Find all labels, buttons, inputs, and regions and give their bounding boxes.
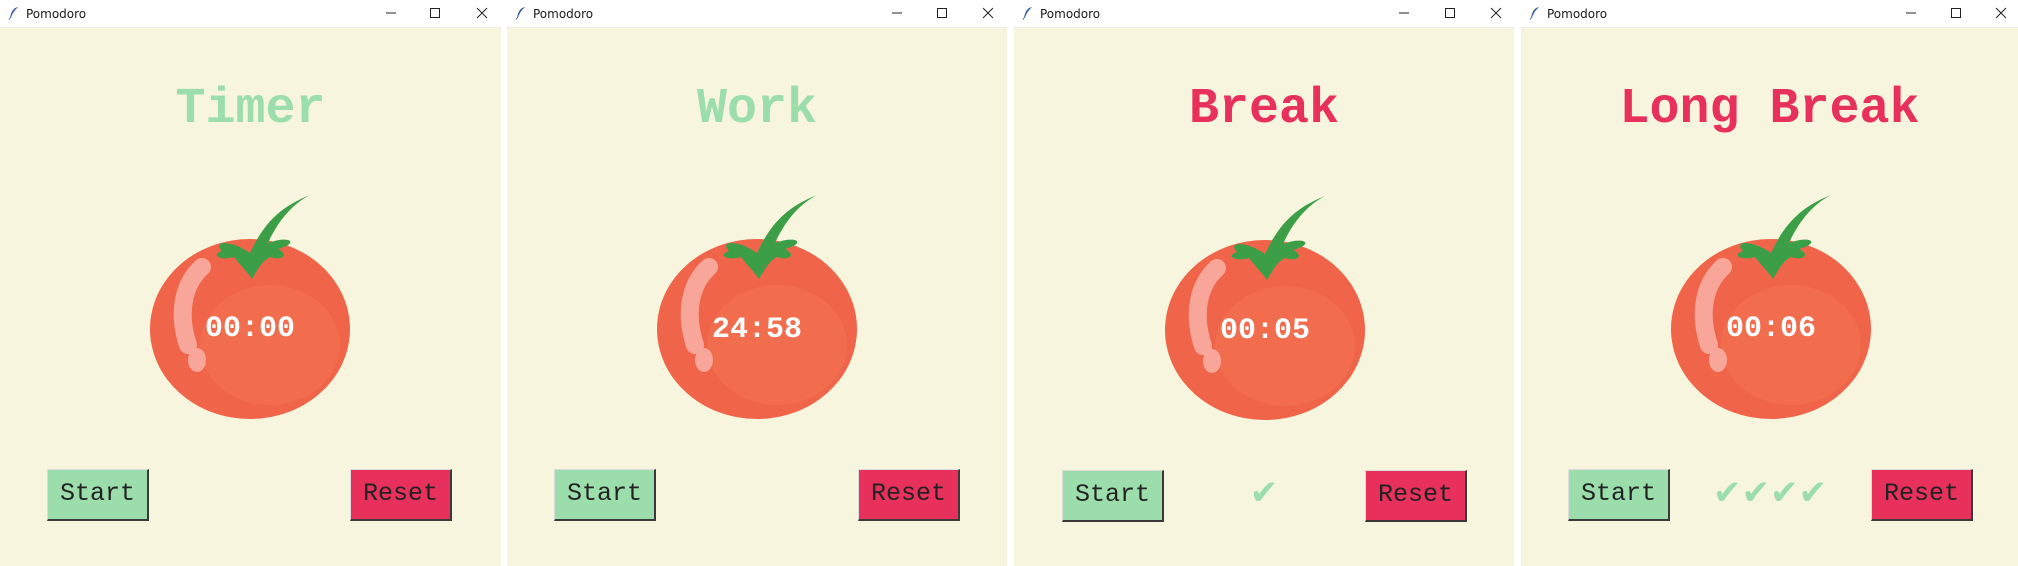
feather-icon (8, 7, 18, 20)
pomodoro-window-2: Pomodoro Work 24:58 Start Reset (507, 0, 1007, 566)
start-button[interactable]: Start (554, 469, 656, 521)
minimize-icon[interactable] (887, 4, 907, 22)
feather-icon (1022, 7, 1032, 20)
start-button[interactable]: Start (47, 469, 149, 521)
timer-title-label: Timer (175, 81, 326, 138)
reset-button[interactable]: Reset (1365, 470, 1467, 522)
tomato-icon (1165, 196, 1365, 420)
tomato-icon (657, 195, 857, 419)
timer-title-label: Work (696, 81, 818, 138)
start-button[interactable]: Start (1568, 469, 1670, 521)
pomodoro-window-3: Pomodoro Break 00:05 Start Reset ✔ (1014, 0, 1514, 566)
window-title: Pomodoro (26, 7, 87, 21)
timer-display: 00:06 (1725, 312, 1816, 346)
minimize-icon[interactable] (1394, 4, 1414, 22)
timer-title-label: Break (1188, 81, 1340, 138)
close-icon[interactable] (978, 4, 998, 22)
title-bar[interactable]: Pomodoro (1521, 0, 2018, 28)
maximize-icon[interactable] (425, 4, 445, 22)
close-icon[interactable] (1991, 4, 2011, 22)
reset-button[interactable]: Reset (1871, 469, 1973, 521)
checkmark-icon: ✔ (1249, 473, 1279, 513)
pomodoro-window-1: Pomodoro Timer 00:00 Start Reset (0, 0, 501, 566)
window-title: Pomodoro (533, 7, 594, 21)
minimize-icon[interactable] (381, 4, 401, 22)
tomato-icon (150, 195, 350, 419)
timer-display: 24:58 (711, 313, 802, 347)
close-icon[interactable] (472, 4, 492, 22)
maximize-icon[interactable] (932, 4, 952, 22)
pomodoro-window-4: Pomodoro Long Break 00:06 Start Reset ✔✔… (1521, 0, 2018, 566)
reset-button[interactable]: Reset (350, 469, 452, 521)
timer-display: 00:00 (204, 312, 295, 346)
feather-icon (1529, 7, 1539, 20)
reset-button[interactable]: Reset (858, 469, 960, 521)
timer-title-label: Long Break (1619, 81, 1920, 138)
tomato-icon (1671, 195, 1871, 419)
title-bar[interactable]: Pomodoro (1014, 0, 1514, 28)
window-title: Pomodoro (1040, 7, 1101, 21)
timer-display: 00:05 (1219, 314, 1310, 348)
checkmark-icon: ✔✔✔✔ (1713, 473, 1827, 513)
maximize-icon[interactable] (1440, 4, 1460, 22)
maximize-icon[interactable] (1946, 4, 1966, 22)
close-icon[interactable] (1486, 4, 1506, 22)
title-bar[interactable]: Pomodoro (507, 0, 1007, 28)
feather-icon (515, 7, 525, 20)
title-bar[interactable]: Pomodoro (0, 0, 501, 28)
minimize-icon[interactable] (1901, 4, 1921, 22)
window-title: Pomodoro (1547, 7, 1608, 21)
start-button[interactable]: Start (1062, 470, 1164, 522)
